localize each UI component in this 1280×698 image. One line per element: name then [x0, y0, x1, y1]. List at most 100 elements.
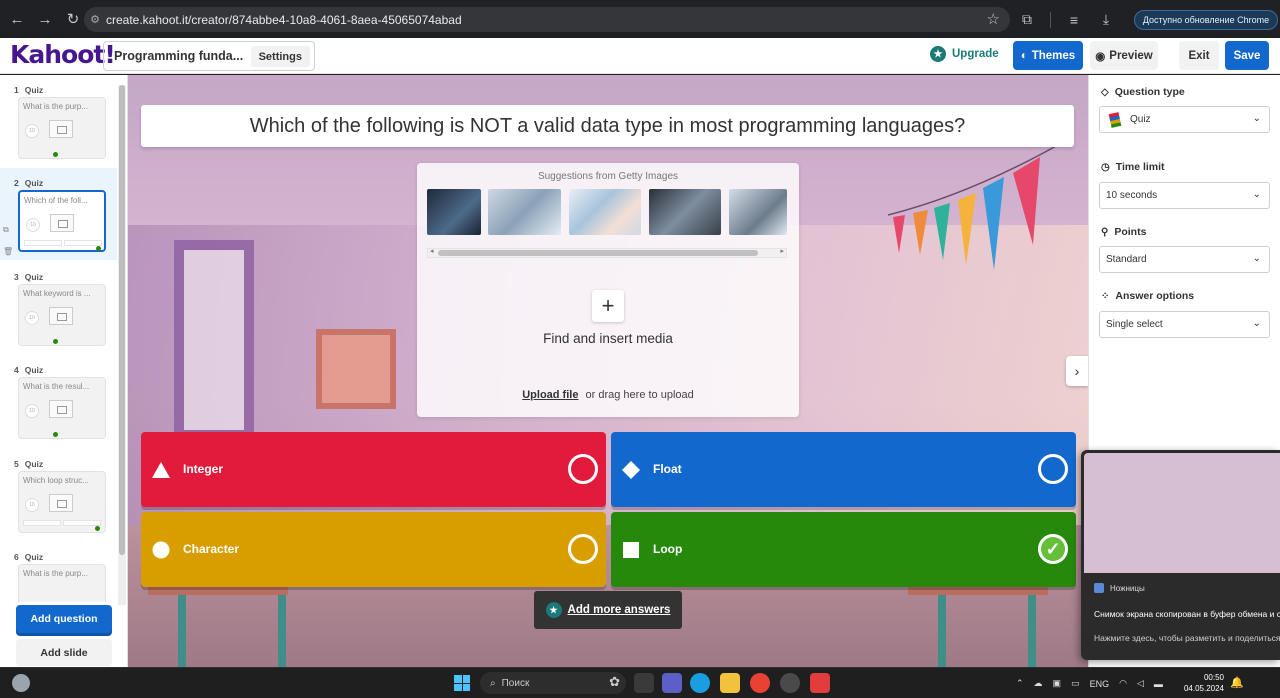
kahoot-title-box[interactable]: Programming funda... Settings — [103, 41, 315, 71]
slide-thumbnail[interactable]: What is the purp... 10 — [18, 97, 106, 159]
find-media-label[interactable]: Find and insert media — [417, 331, 799, 346]
getty-image-thumbnail[interactable] — [649, 189, 721, 235]
points-dropdown[interactable]: Standard ⌄ — [1099, 246, 1270, 273]
add-more-answers-button[interactable]: ★ Add more answers — [534, 591, 682, 629]
correct-dot — [53, 152, 58, 157]
answer-options-dropdown[interactable]: Single select ⌄ — [1099, 311, 1270, 338]
add-question-button[interactable]: Add question — [16, 605, 112, 633]
add-slide-button[interactable]: Add slide — [16, 639, 112, 666]
question-text[interactable]: Which of the following is NOT a valid da… — [141, 105, 1074, 147]
collapse-panel-chevron-icon[interactable]: › — [1066, 356, 1088, 386]
slide-thumbnail[interactable]: Which of the foll... 10 — [18, 190, 106, 252]
slide-thumbnail[interactable]: What is the purp... — [18, 564, 106, 602]
getty-image-thumbnail[interactable] — [427, 189, 481, 235]
upload-file-link[interactable]: Upload file — [522, 389, 578, 401]
download-icon[interactable]: ⤓ — [1093, 7, 1119, 32]
volume-icon[interactable]: ◁ — [1137, 678, 1144, 689]
address-bar[interactable]: ⚙ create.kahoot.it/creator/874abbe4-10a8… — [84, 7, 1010, 32]
exit-button[interactable]: Exit — [1179, 41, 1219, 70]
teams-icon[interactable] — [662, 673, 682, 693]
time-limit-label: Time limit — [1115, 161, 1165, 173]
cloud-icon[interactable]: ☁ — [1034, 678, 1043, 689]
duplicate-icon[interactable]: ⧉ — [3, 219, 13, 241]
preview-button[interactable]: ◉ Preview — [1090, 41, 1158, 70]
chrome-update-button[interactable]: Доступно обновление Chrome — [1134, 10, 1278, 30]
screenshot-preview[interactable] — [1084, 453, 1280, 573]
answer-text[interactable]: Integer — [183, 462, 223, 476]
scroll-right-icon[interactable]: ▸ — [780, 247, 784, 255]
getty-scroll-thumb[interactable] — [438, 250, 758, 256]
getty-image-thumbnail[interactable] — [569, 189, 641, 235]
time-limit-dropdown[interactable]: 10 seconds ⌄ — [1099, 182, 1270, 209]
scrollbar-thumb[interactable] — [119, 85, 125, 555]
timer-icon: 10 — [26, 218, 40, 232]
app-with-badge-icon[interactable] — [810, 673, 830, 693]
edge-icon[interactable] — [690, 673, 710, 693]
scroll-left-icon[interactable]: ◂ — [430, 247, 434, 255]
wifi-icon[interactable]: ◠ — [1119, 678, 1127, 689]
windows-start-icon[interactable] — [454, 675, 470, 691]
getty-scrollbar[interactable]: ◂ ▸ — [427, 248, 787, 258]
trash-icon[interactable]: 🗑 — [3, 241, 13, 263]
correct-check-icon[interactable]: ✓ — [1038, 534, 1068, 564]
eye-icon: ◉ — [1095, 50, 1106, 63]
correct-toggle[interactable] — [568, 454, 598, 484]
taskbar-search[interactable]: ⌕ Поиск ✿ — [480, 672, 626, 694]
slide-thumbnail[interactable]: What is the resul... 10 — [18, 377, 106, 439]
chrome-icon[interactable] — [750, 673, 770, 693]
getty-image-thumbnail[interactable] — [729, 189, 787, 235]
image-placeholder-icon — [49, 307, 73, 325]
windows-taskbar: ⌕ Поиск ✿ ⌃ ☁ ▣ ▭ ENG ◠ ◁ ▬ 00:50 04.05.… — [0, 667, 1280, 698]
preview-label: Preview — [1109, 49, 1153, 62]
answer-blue[interactable]: Float — [611, 432, 1076, 507]
answer-red[interactable]: Integer — [141, 432, 606, 507]
upgrade-button[interactable]: ★ Upgrade — [930, 46, 999, 62]
themes-button[interactable]: ◐ Themes — [1013, 41, 1083, 70]
answer-green[interactable]: Loop ✓ — [611, 512, 1076, 587]
sidebar-scrollbar[interactable] — [118, 85, 126, 605]
correct-toggle[interactable] — [568, 534, 598, 564]
slide-item[interactable]: 3 Quiz What keyword is ... 10 — [0, 262, 117, 354]
bookmark-star-icon[interactable]: ☆ — [987, 10, 1000, 28]
answer-yellow[interactable]: Character — [141, 512, 606, 587]
extensions-icon[interactable]: ⧉ — [1014, 7, 1040, 32]
tray-app-icon[interactable]: ▣ — [1053, 678, 1062, 689]
answer-text[interactable]: Float — [653, 462, 682, 476]
slide-item[interactable]: 6 Quiz What is the purp... — [0, 542, 117, 602]
chrome-profile-icon[interactable] — [780, 673, 800, 693]
getty-image-thumbnail[interactable] — [488, 189, 561, 235]
save-button[interactable]: Save — [1225, 41, 1269, 70]
insert-media-plus-icon[interactable]: + — [592, 290, 624, 322]
answer-text[interactable]: Character — [183, 542, 239, 556]
media-controls-icon[interactable]: ≡ — [1061, 7, 1087, 32]
correct-toggle[interactable] — [1038, 454, 1068, 484]
answer-text[interactable]: Loop — [653, 542, 682, 556]
question-type-dropdown[interactable]: Quiz ⌄ — [1099, 106, 1270, 133]
back-icon[interactable]: ← — [4, 6, 30, 32]
site-info-icon[interactable]: ⚙ — [84, 13, 106, 26]
chevron-up-icon[interactable]: ⌃ — [1016, 678, 1024, 689]
slide-item[interactable]: 1 Quiz What is the purp... 10 — [0, 75, 117, 167]
slide-item-active[interactable]: 2 Quiz Which of the foll... 10 — [0, 168, 117, 260]
task-view-icon[interactable] — [634, 673, 654, 693]
media-panel[interactable]: Suggestions from Getty Images ◂ ▸ + Find… — [417, 163, 799, 417]
themes-label: Themes — [1031, 49, 1076, 62]
snipping-notification[interactable]: Ножницы Снимок экрана скопирован в буфер… — [1081, 450, 1280, 660]
battery-icon[interactable]: ▬ — [1154, 679, 1163, 689]
settings-button[interactable]: Settings — [250, 46, 310, 67]
file-explorer-icon[interactable] — [720, 673, 740, 693]
slide-item[interactable]: 4 Quiz What is the resul... 10 — [0, 355, 117, 447]
slide-thumbnail[interactable]: Which loop struc... 10 — [18, 471, 106, 533]
kahoot-title[interactable]: Programming funda... — [104, 49, 252, 63]
reload-icon[interactable]: ↻ — [60, 6, 86, 32]
kahoot-logo[interactable]: Kahoot! — [10, 40, 116, 69]
forward-icon[interactable]: → — [32, 6, 58, 32]
tray-battery-icon[interactable]: ▭ — [1071, 678, 1080, 689]
system-clock[interactable]: 00:50 04.05.2024 — [1180, 672, 1224, 694]
notification-bell-icon[interactable]: 🔔 — [1230, 676, 1244, 689]
slide-thumbnail[interactable]: What keyword is ... 10 — [18, 284, 106, 346]
slide-item[interactable]: 5 Quiz Which loop struc... 10 — [0, 449, 117, 541]
widgets-icon[interactable] — [12, 674, 30, 692]
slide-type: Quiz — [24, 552, 44, 562]
language-indicator[interactable]: ENG — [1090, 679, 1110, 689]
